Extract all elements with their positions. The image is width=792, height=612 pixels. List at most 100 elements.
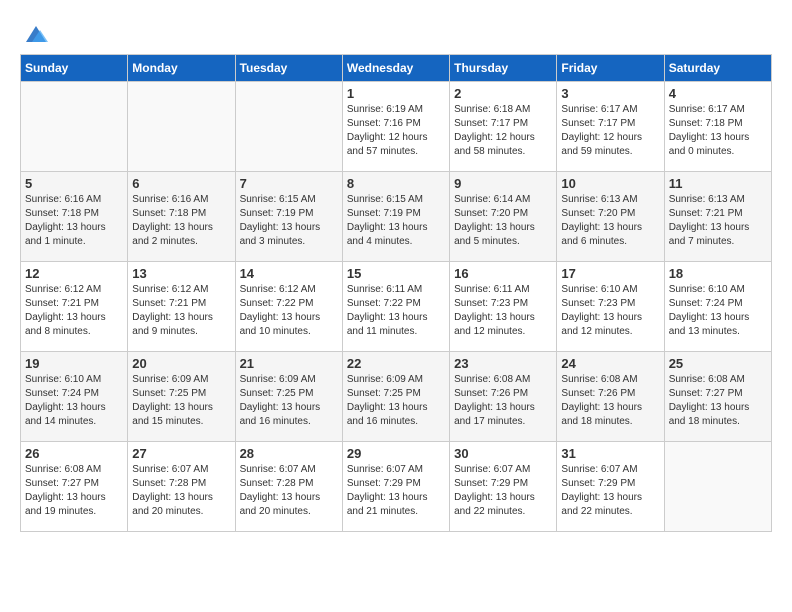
- weekday-header-monday: Monday: [128, 55, 235, 82]
- calendar-body: 1 Sunrise: 6:19 AM Sunset: 7:16 PM Daylig…: [21, 82, 772, 532]
- calendar-cell: 22Sunrise: 6:09 AM Sunset: 7:25 PM Dayli…: [342, 352, 449, 442]
- day-number: 21: [240, 356, 338, 371]
- calendar-cell: 16 Sunrise: 6:11 AM Sunset: 7:23 PM Dayli…: [450, 262, 557, 352]
- day-number: 15: [347, 266, 445, 281]
- day-info: Sunrise: 6:12 AM Sunset: 7:21 PM Dayligh…: [132, 283, 230, 339]
- calendar-cell: 8 Sunrise: 6:15 AM Sunset: 7:19 PM Daylig…: [342, 172, 449, 262]
- calendar-cell: 15 Sunrise: 6:11 AM Sunset: 7:22 PM Dayli…: [342, 262, 449, 352]
- calendar-cell: 18 Sunrise: 6:10 AM Sunset: 7:24 PM Dayli…: [664, 262, 771, 352]
- day-info: Sunrise: 6:07 AM Sunset: 7:29 PM Dayligh…: [561, 463, 659, 519]
- day-number: 19: [25, 356, 123, 371]
- calendar-cell: 3 Sunrise: 6:17 AM Sunset: 7:17 PM Daylig…: [557, 82, 664, 172]
- calendar-cell: 26 Sunrise: 6:08 AM Sunset: 7:27 PM Dayli…: [21, 442, 128, 532]
- day-number: 29: [347, 446, 445, 461]
- calendar-cell: 29 Sunrise: 6:07 AM Sunset: 7:29 PM Dayli…: [342, 442, 449, 532]
- day-info: Sunrise: 6:08 AM Sunset: 7:27 PM Dayligh…: [25, 463, 123, 519]
- logo-icon: [22, 20, 50, 48]
- day-number: 24: [561, 356, 659, 371]
- day-number: 5: [25, 176, 123, 191]
- day-info: Sunrise: 6:09 AM Sunset: 7:25 PM Dayligh…: [347, 373, 445, 429]
- day-info: Sunrise: 6:10 AM Sunset: 7:24 PM Dayligh…: [669, 283, 767, 339]
- calendar-cell: 4 Sunrise: 6:17 AM Sunset: 7:18 PM Daylig…: [664, 82, 771, 172]
- calendar-cell: 14Sunrise: 6:12 AM Sunset: 7:22 PM Dayli…: [235, 262, 342, 352]
- weekday-header-wednesday: Wednesday: [342, 55, 449, 82]
- day-info: Sunrise: 6:09 AM Sunset: 7:25 PM Dayligh…: [240, 373, 338, 429]
- day-number: 30: [454, 446, 552, 461]
- logo: [20, 20, 50, 44]
- calendar-cell: 7Sunrise: 6:15 AM Sunset: 7:19 PM Daylig…: [235, 172, 342, 262]
- calendar-cell: 9Sunrise: 6:14 AM Sunset: 7:20 PM Daylig…: [450, 172, 557, 262]
- day-info: Sunrise: 6:18 AM Sunset: 7:17 PM Dayligh…: [454, 103, 552, 159]
- day-number: 25: [669, 356, 767, 371]
- day-number: 1: [347, 86, 445, 101]
- day-info: Sunrise: 6:10 AM Sunset: 7:24 PM Dayligh…: [25, 373, 123, 429]
- day-number: 23: [454, 356, 552, 371]
- day-number: 16: [454, 266, 552, 281]
- day-info: Sunrise: 6:13 AM Sunset: 7:21 PM Dayligh…: [669, 193, 767, 249]
- day-info: Sunrise: 6:12 AM Sunset: 7:21 PM Dayligh…: [25, 283, 123, 339]
- day-number: 8: [347, 176, 445, 191]
- day-info: Sunrise: 6:19 AM Sunset: 7:16 PM Dayligh…: [347, 103, 445, 159]
- calendar-cell: 31Sunrise: 6:07 AM Sunset: 7:29 PM Dayli…: [557, 442, 664, 532]
- day-info: Sunrise: 6:07 AM Sunset: 7:28 PM Dayligh…: [132, 463, 230, 519]
- calendar-cell: [128, 82, 235, 172]
- day-number: 7: [240, 176, 338, 191]
- calendar-cell: 23Sunrise: 6:08 AM Sunset: 7:26 PM Dayli…: [450, 352, 557, 442]
- day-info: Sunrise: 6:08 AM Sunset: 7:27 PM Dayligh…: [669, 373, 767, 429]
- day-info: Sunrise: 6:07 AM Sunset: 7:28 PM Dayligh…: [240, 463, 338, 519]
- calendar-week-row: 1 Sunrise: 6:19 AM Sunset: 7:16 PM Daylig…: [21, 82, 772, 172]
- day-info: Sunrise: 6:10 AM Sunset: 7:23 PM Dayligh…: [561, 283, 659, 339]
- day-number: 2: [454, 86, 552, 101]
- weekday-header-friday: Friday: [557, 55, 664, 82]
- calendar-cell: 30 Sunrise: 6:07 AM Sunset: 7:29 PM Dayli…: [450, 442, 557, 532]
- day-number: 20: [132, 356, 230, 371]
- calendar-cell: 12 Sunrise: 6:12 AM Sunset: 7:21 PM Dayli…: [21, 262, 128, 352]
- weekday-header-tuesday: Tuesday: [235, 55, 342, 82]
- day-info: Sunrise: 6:08 AM Sunset: 7:26 PM Dayligh…: [561, 373, 659, 429]
- calendar-cell: 28 Sunrise: 6:07 AM Sunset: 7:28 PM Dayli…: [235, 442, 342, 532]
- calendar-header-row: SundayMondayTuesdayWednesdayThursdayFrid…: [21, 55, 772, 82]
- calendar-cell: 6 Sunrise: 6:16 AM Sunset: 7:18 PM Daylig…: [128, 172, 235, 262]
- day-number: 11: [669, 176, 767, 191]
- weekday-header-saturday: Saturday: [664, 55, 771, 82]
- day-info: Sunrise: 6:16 AM Sunset: 7:18 PM Dayligh…: [132, 193, 230, 249]
- day-number: 17: [561, 266, 659, 281]
- calendar-cell: [235, 82, 342, 172]
- day-number: 12: [25, 266, 123, 281]
- day-number: 3: [561, 86, 659, 101]
- calendar-cell: 5Sunrise: 6:16 AM Sunset: 7:18 PM Daylig…: [21, 172, 128, 262]
- day-info: Sunrise: 6:17 AM Sunset: 7:18 PM Dayligh…: [669, 103, 767, 159]
- calendar-cell: 13 Sunrise: 6:12 AM Sunset: 7:21 PM Dayli…: [128, 262, 235, 352]
- header: [20, 20, 772, 44]
- day-number: 14: [240, 266, 338, 281]
- calendar-table: SundayMondayTuesdayWednesdayThursdayFrid…: [20, 54, 772, 532]
- day-number: 18: [669, 266, 767, 281]
- calendar-cell: 21 Sunrise: 6:09 AM Sunset: 7:25 PM Dayli…: [235, 352, 342, 442]
- day-info: Sunrise: 6:17 AM Sunset: 7:17 PM Dayligh…: [561, 103, 659, 159]
- calendar-cell: [21, 82, 128, 172]
- day-info: Sunrise: 6:11 AM Sunset: 7:22 PM Dayligh…: [347, 283, 445, 339]
- calendar-cell: 24 Sunrise: 6:08 AM Sunset: 7:26 PM Dayli…: [557, 352, 664, 442]
- day-number: 9: [454, 176, 552, 191]
- day-info: Sunrise: 6:09 AM Sunset: 7:25 PM Dayligh…: [132, 373, 230, 429]
- day-info: Sunrise: 6:07 AM Sunset: 7:29 PM Dayligh…: [454, 463, 552, 519]
- calendar-cell: 10Sunrise: 6:13 AM Sunset: 7:20 PM Dayli…: [557, 172, 664, 262]
- day-number: 6: [132, 176, 230, 191]
- calendar-week-row: 5 Sunrise: 6:16 AM Sunset: 7:18 PM Daylig…: [21, 172, 772, 262]
- day-info: Sunrise: 6:11 AM Sunset: 7:23 PM Dayligh…: [454, 283, 552, 339]
- day-number: 28: [240, 446, 338, 461]
- day-info: Sunrise: 6:15 AM Sunset: 7:19 PM Dayligh…: [347, 193, 445, 249]
- day-number: 26: [25, 446, 123, 461]
- calendar-cell: 25 Sunrise: 6:08 AM Sunset: 7:27 PM Dayli…: [664, 352, 771, 442]
- day-number: 27: [132, 446, 230, 461]
- weekday-header-sunday: Sunday: [21, 55, 128, 82]
- calendar-week-row: 19 Sunrise: 6:10 AM Sunset: 7:24 PM Dayli…: [21, 352, 772, 442]
- day-number: 13: [132, 266, 230, 281]
- day-info: Sunrise: 6:13 AM Sunset: 7:20 PM Dayligh…: [561, 193, 659, 249]
- day-number: 4: [669, 86, 767, 101]
- calendar-cell: 2 Sunrise: 6:18 AM Sunset: 7:17 PM Daylig…: [450, 82, 557, 172]
- calendar-cell: 1 Sunrise: 6:19 AM Sunset: 7:16 PM Daylig…: [342, 82, 449, 172]
- calendar-cell: 11 Sunrise: 6:13 AM Sunset: 7:21 PM Dayli…: [664, 172, 771, 262]
- calendar-cell: 20 Sunrise: 6:09 AM Sunset: 7:25 PM Dayli…: [128, 352, 235, 442]
- day-info: Sunrise: 6:07 AM Sunset: 7:29 PM Dayligh…: [347, 463, 445, 519]
